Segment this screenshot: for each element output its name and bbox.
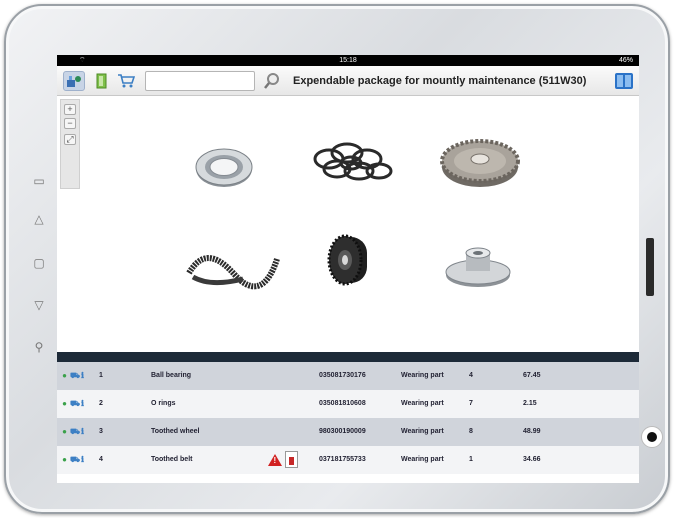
- pdf-document-icon[interactable]: [285, 451, 298, 468]
- row-part-number: 980300190009: [319, 428, 366, 435]
- status-dot-icon: ●: [62, 371, 67, 380]
- table-row[interactable]: ● ⛟ ℹ 3 Toothed wheel 980300190009 Weari…: [57, 418, 639, 446]
- row-quantity: 7: [469, 400, 473, 407]
- row-position: 2: [99, 400, 103, 407]
- document-icon[interactable]: [91, 71, 113, 91]
- cart-icon[interactable]: ⛟: [70, 455, 80, 464]
- row-part-name: Ball bearing: [151, 372, 192, 379]
- info-icon[interactable]: ℹ: [79, 455, 86, 464]
- row-quantity: 8: [469, 428, 473, 435]
- cart-icon[interactable]: ⛟: [70, 427, 80, 436]
- row-part-number: 035081730176: [319, 372, 366, 379]
- row-part-number: 035081810608: [319, 400, 366, 407]
- row-price: 34.66: [523, 456, 541, 463]
- row-actions: ● ⛟ ℹ: [61, 399, 86, 408]
- part-toothed-pulley[interactable]: [323, 229, 379, 296]
- status-bar: ⌔ 15:18 46%: [57, 55, 639, 66]
- status-dot-icon: ●: [62, 427, 67, 436]
- row-category: Wearing part: [401, 428, 444, 435]
- cart-icon[interactable]: ⛟: [70, 371, 80, 380]
- app-screen: ⌔ 15:18 46% Expendable package for mount…: [57, 55, 639, 483]
- search-input[interactable]: [145, 71, 255, 91]
- search-icon[interactable]: [261, 71, 283, 91]
- table-separator: [57, 352, 639, 362]
- row-actions: ● ⛟ ℹ: [61, 427, 86, 436]
- info-icon[interactable]: ℹ: [79, 399, 86, 408]
- toolbar: Expendable package for mountly maintenan…: [57, 66, 639, 96]
- part-o-rings[interactable]: [307, 137, 399, 194]
- row-part-number: 037181755733: [319, 456, 366, 463]
- split-view-icon[interactable]: [615, 73, 633, 89]
- back-icon[interactable]: ▭: [32, 174, 46, 188]
- row-actions: ● ⛟ ℹ: [61, 371, 86, 380]
- row-price: 67.45: [523, 372, 541, 379]
- cart-icon[interactable]: ⛟: [70, 399, 80, 408]
- table-row[interactable]: ● ⛟ ℹ 4 Toothed belt 037181755733 Wearin…: [57, 446, 639, 474]
- side-button[interactable]: [646, 238, 654, 296]
- row-position: 1: [99, 372, 103, 379]
- row-category: Wearing part: [401, 400, 444, 407]
- cart-icon[interactable]: [115, 71, 137, 91]
- row-actions: ● ⛟ ℹ: [61, 455, 86, 464]
- row-price: 2.15: [523, 400, 537, 407]
- parts-view-icon[interactable]: [63, 71, 85, 91]
- table-row[interactable]: ● ⛟ ℹ 1 Ball bearing 035081730176 Wearin…: [57, 362, 639, 390]
- battery-level: 46%: [618, 57, 633, 64]
- table-row[interactable]: ● ⛟ ℹ 2 O rings 035081810608 Wearing par…: [57, 390, 639, 418]
- search-hw-icon[interactable]: ⚲: [32, 340, 46, 354]
- home-hw-icon[interactable]: △: [32, 212, 46, 226]
- recent-apps-icon[interactable]: ▢: [32, 256, 46, 270]
- row-category: Wearing part: [401, 372, 444, 379]
- row-position: 3: [99, 428, 103, 435]
- part-flange-hub[interactable]: [443, 245, 513, 296]
- row-position: 4: [99, 456, 103, 463]
- status-dot-icon: ●: [62, 399, 67, 408]
- parts-viewer: [57, 97, 639, 351]
- menu-hw-icon[interactable]: ▽: [32, 298, 46, 312]
- info-icon[interactable]: ℹ: [79, 371, 86, 380]
- row-price: 48.99: [523, 428, 541, 435]
- warning-icon[interactable]: [268, 454, 282, 466]
- page-title: Expendable package for mountly maintenan…: [293, 75, 587, 87]
- row-category: Wearing part: [401, 456, 444, 463]
- home-button[interactable]: [641, 426, 663, 448]
- row-part-name: O rings: [151, 400, 176, 407]
- row-quantity: 4: [469, 372, 473, 379]
- row-part-name: Toothed belt: [151, 456, 193, 463]
- part-ball-bearing[interactable]: [193, 145, 255, 194]
- part-toothed-wheel[interactable]: [437, 135, 523, 196]
- info-icon[interactable]: ℹ: [79, 427, 86, 436]
- parts-table: ● ⛟ ℹ 1 Ball bearing 035081730176 Wearin…: [57, 362, 639, 474]
- row-quantity: 1: [469, 456, 473, 463]
- part-toothed-belt[interactable]: [183, 239, 283, 300]
- status-dot-icon: ●: [62, 455, 67, 464]
- status-time: 15:18: [339, 57, 357, 64]
- row-part-name: Toothed wheel: [151, 428, 200, 435]
